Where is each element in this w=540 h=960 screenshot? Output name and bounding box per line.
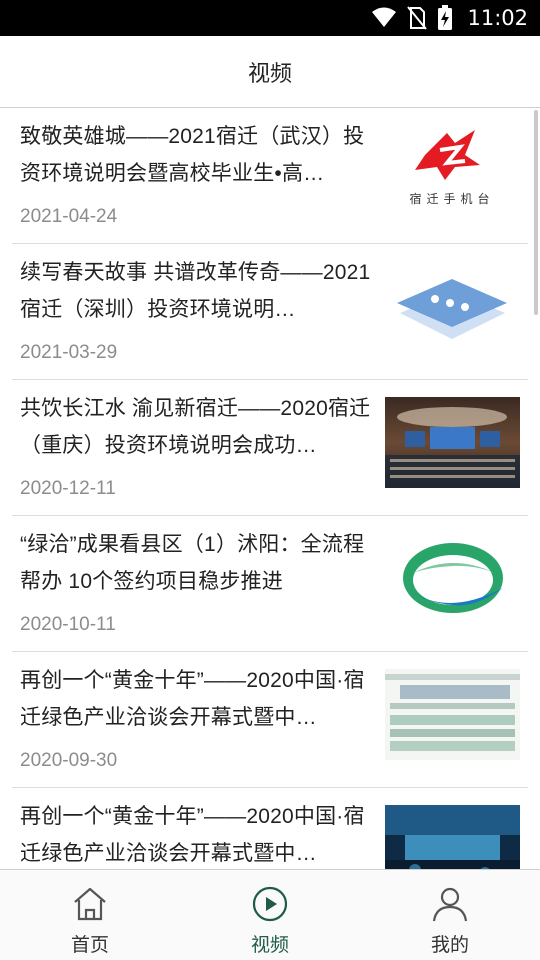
green-logo [385,533,520,624]
placeholder-icon [385,261,520,352]
news-date: 2021-03-29 [20,342,118,363]
stage-photo [385,805,520,870]
play-circle-icon [252,886,288,922]
news-title: 再创一个“黄金十年”——2020中国·宿迁绿色产业洽谈会开幕式暨中… [20,669,365,729]
nav-video[interactable]: 视频 [180,870,360,960]
news-title: “绿洽”成果看县区（1）沭阳：全流程帮办 10个签约项目稳步推进 [20,533,365,593]
nav-mine[interactable]: 我的 [360,870,540,960]
news-item[interactable]: “绿洽”成果看县区（1）沭阳：全流程帮办 10个签约项目稳步推进 2020-10… [12,516,528,652]
news-date: 2020-09-30 [20,750,118,771]
status-icons: 11:02 [371,0,528,36]
nav-home[interactable]: 首页 [0,870,180,960]
battery-charging-icon [438,5,453,30]
wifi-icon [372,7,397,27]
home-icon [74,887,106,921]
news-title: 再创一个“黄金十年”——2020中国·宿迁绿色产业洽谈会开幕式暨中… [20,805,365,865]
page-title: 视频 [247,60,292,86]
conference-hall-photo [385,397,520,488]
no-sim-icon [407,6,428,30]
video-feed[interactable]: 致敬英雄城——2021宿迁（武汉）投资环境说明会暨高校毕业生•高… 2021-0… [0,108,540,870]
nav-video-label: 视频 [250,935,289,956]
news-item[interactable]: 再创一个“黄金十年”——2020中国·宿迁绿色产业洽谈会开幕式暨中… [12,788,528,870]
app-header: 视频 [0,36,540,108]
news-date: 2021-04-24 [20,206,118,227]
user-icon [432,887,468,922]
news-title: 续写春天故事 共谱改革传奇——2021宿迁（深圳）投资环境说明… [20,261,371,321]
status-time: 11:02 [467,6,528,30]
news-thumbnail-suqian-logo: 宿迁手机台 [385,125,520,216]
scrollbar[interactable] [534,110,538,315]
status-bar: 11:02 [0,0,540,36]
nav-home-label: 首页 [70,935,109,956]
bottom-nav: 首页 视频 我的 [0,869,540,960]
blurred-screenshot [385,669,520,760]
news-item[interactable]: 致敬英雄城——2021宿迁（武汉）投资环境说明会暨高校毕业生•高… 2021-0… [12,108,528,244]
news-date: 2020-12-11 [20,478,116,499]
news-title: 致敬英雄城——2021宿迁（武汉）投资环境说明会暨高校毕业生•高… [20,125,365,185]
nav-mine-label: 我的 [430,935,469,956]
news-date: 2020-10-11 [20,614,116,635]
news-title: 共饮长江水 渝见新宿迁——2020宿迁（重庆）投资环境说明会成功… [20,397,371,457]
news-item[interactable]: 续写春天故事 共谱改革传奇——2021宿迁（深圳）投资环境说明… 2021-03… [12,244,528,380]
thumb-logo-text: 宿迁手机台 [409,191,494,206]
news-item[interactable]: 共饮长江水 渝见新宿迁——2020宿迁（重庆）投资环境说明会成功… 2020-1… [12,380,528,516]
news-item[interactable]: 再创一个“黄金十年”——2020中国·宿迁绿色产业洽谈会开幕式暨中… 2020-… [12,652,528,788]
